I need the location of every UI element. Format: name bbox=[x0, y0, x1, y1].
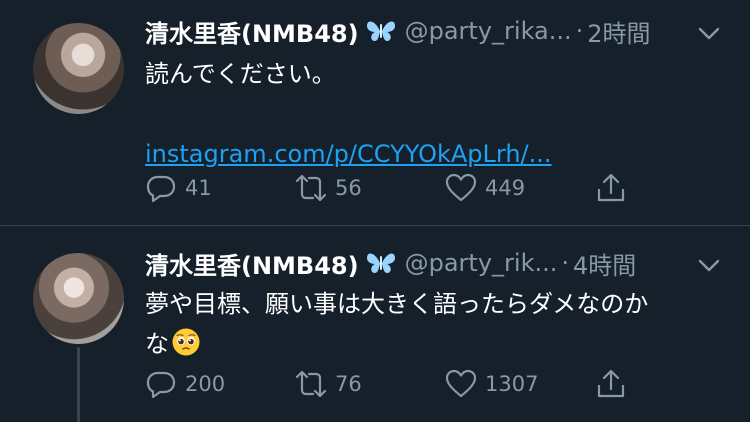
butterfly-icon bbox=[366, 253, 395, 273]
timeline-feed: 清水里香(NMB48) @party_rika... · 2時間 読んでください… bbox=[0, 0, 750, 422]
retweet-button[interactable]: 76 bbox=[295, 366, 362, 402]
timestamp[interactable]: 4時間 bbox=[573, 246, 636, 281]
tweet-text-line-end: な bbox=[145, 324, 725, 364]
tweet-link[interactable]: instagram.com/p/CCYYOkApLrh/... bbox=[145, 134, 725, 174]
tweet-actions: 41 56 449 bbox=[145, 170, 645, 206]
chevron-down-icon[interactable] bbox=[696, 252, 722, 278]
tweet-actions: 200 76 1307 bbox=[145, 366, 645, 402]
heart-icon bbox=[445, 173, 477, 202]
share-button[interactable] bbox=[595, 366, 627, 402]
tweet-text: 読んでください。 instagram.com/p/CCYYOkApLrh/... bbox=[145, 54, 725, 174]
display-name[interactable]: 清水里香(NMB48) bbox=[145, 246, 359, 281]
heart-icon bbox=[445, 369, 477, 398]
like-button[interactable]: 1307 bbox=[445, 366, 538, 402]
tweet-text-line: 夢や目標、願い事は大きく語ったらダメなのか bbox=[145, 290, 649, 318]
retweet-icon bbox=[295, 174, 327, 202]
retweet-button[interactable]: 56 bbox=[295, 170, 362, 206]
reply-icon bbox=[146, 371, 176, 399]
like-count: 449 bbox=[485, 176, 526, 200]
separator-dot: · bbox=[575, 17, 584, 45]
avatar[interactable] bbox=[33, 253, 124, 344]
share-button[interactable] bbox=[595, 170, 627, 206]
tweet-text-line: な bbox=[145, 330, 169, 358]
reply-count: 200 bbox=[185, 372, 226, 396]
reply-icon bbox=[146, 175, 176, 203]
handle[interactable]: @party_rika... bbox=[405, 17, 572, 45]
tweet[interactable]: 清水里香(NMB48) @party_rika... · 2時間 読んでください… bbox=[0, 0, 750, 226]
retweet-icon bbox=[295, 370, 327, 398]
retweet-count: 56 bbox=[335, 176, 362, 200]
reply-count: 41 bbox=[185, 176, 212, 200]
display-name[interactable]: 清水里香(NMB48) bbox=[145, 14, 359, 49]
reply-button[interactable]: 200 bbox=[145, 366, 225, 402]
pleading-face-emoji bbox=[172, 328, 200, 356]
chevron-down-icon[interactable] bbox=[696, 20, 722, 46]
avatar[interactable] bbox=[33, 23, 124, 114]
tweet-header: 清水里香(NMB48) @party_rika... · 2時間 bbox=[145, 14, 651, 49]
tweet-header: 清水里香(NMB48) @party_rik... · 4時間 bbox=[145, 246, 636, 281]
retweet-count: 76 bbox=[335, 372, 362, 396]
like-button[interactable]: 449 bbox=[445, 170, 525, 206]
tweet-text-line: 読んでください。 bbox=[145, 60, 336, 88]
like-count: 1307 bbox=[485, 372, 539, 396]
timestamp[interactable]: 2時間 bbox=[587, 14, 650, 49]
reply-button[interactable]: 41 bbox=[145, 170, 212, 206]
tweet[interactable]: 清水里香(NMB48) @party_rik... · 4時間 夢や目標、願い事… bbox=[0, 227, 750, 422]
handle[interactable]: @party_rik... bbox=[405, 249, 558, 277]
share-icon bbox=[597, 173, 625, 202]
tweet-text: 夢や目標、願い事は大きく語ったらダメなのか な bbox=[145, 284, 725, 364]
separator-dot: · bbox=[561, 249, 569, 277]
thread-connector bbox=[77, 347, 80, 422]
share-icon bbox=[597, 369, 625, 398]
butterfly-icon bbox=[366, 21, 395, 41]
